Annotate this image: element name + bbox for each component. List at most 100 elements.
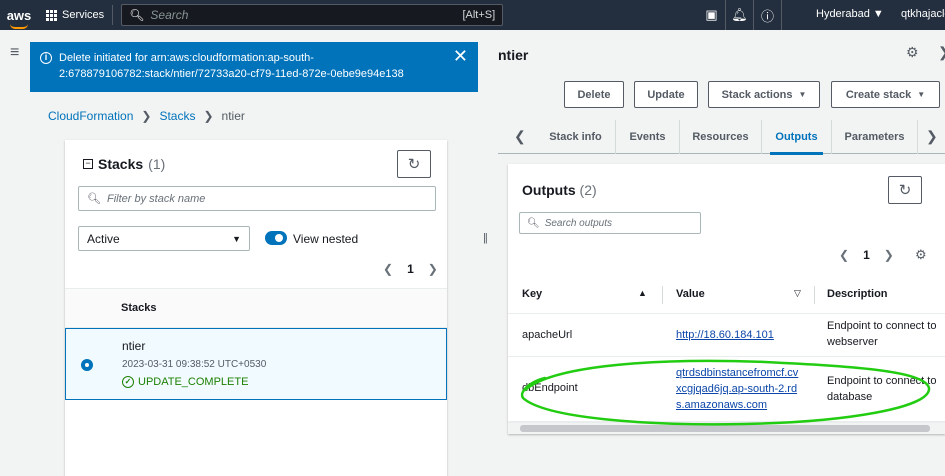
check-circle-icon: ✓ (122, 376, 134, 388)
stack-status-label: UPDATE_COMPLETE (138, 376, 249, 388)
refresh-outputs-button[interactable]: ↻ (888, 176, 922, 204)
stack-status: ✓ UPDATE_COMPLETE (122, 376, 248, 388)
account-menu[interactable]: qtkhajaclo (901, 8, 945, 20)
refresh-icon: ↻ (407, 156, 421, 173)
output-value-link[interactable]: http://18.60.184.101 (676, 327, 774, 343)
sort-descending-icon[interactable]: ▽ (794, 288, 801, 299)
outputs-table-header: Key ▲ Value ▽ Description (508, 276, 945, 314)
breadcrumb-current: ntier (221, 109, 245, 123)
top-navigation-bar: aws Services 🔍︎ Search [Alt+S] (0, 0, 945, 30)
next-page-icon[interactable]: ❯ (884, 248, 894, 262)
next-page-icon[interactable]: ❯ (428, 262, 438, 276)
create-stack-button[interactable]: Create stack ▼ (831, 81, 940, 108)
search-icon: 🔍︎ (129, 8, 145, 22)
status-filter-select[interactable]: Active ▼ (78, 226, 250, 251)
tab-stack-info[interactable]: Stack info (536, 120, 616, 154)
help-icon[interactable]: ⓘ (754, 0, 782, 30)
tab-resources[interactable]: Resources (680, 120, 762, 154)
delete-button[interactable]: Delete (564, 81, 624, 108)
search-icon: 🔍︎ (87, 193, 101, 205)
global-search-placeholder: Search (150, 8, 189, 22)
tab-events[interactable]: Events (616, 120, 680, 154)
prev-page-icon[interactable]: ❮ (839, 248, 849, 262)
column-header-description[interactable]: Description (827, 288, 888, 300)
output-key: dbEndpoint (522, 382, 578, 394)
stacks-count: (1) (148, 156, 166, 172)
side-nav-menu-icon[interactable]: ≡ (10, 44, 19, 62)
search-icon: 🔍︎ (527, 217, 540, 229)
view-nested-label: View nested (293, 232, 359, 246)
table-preferences-gear-icon[interactable]: ⚙ (915, 247, 927, 263)
output-description: Endpoint to connect to database (827, 375, 937, 403)
stack-actions-label: Stack actions (721, 88, 793, 101)
search-shortcut: [Alt+S] (462, 9, 496, 21)
tabs-scroll-left-icon[interactable]: ❮ (514, 128, 526, 145)
prev-page-icon[interactable]: ❮ (383, 262, 393, 276)
update-button[interactable]: Update (634, 81, 698, 108)
breadcrumb-stacks[interactable]: Stacks (159, 109, 195, 123)
flash-message: Delete initiated for arn:aws:cloudformat… (59, 52, 404, 80)
tab-parameters[interactable]: Parameters (832, 120, 918, 154)
refresh-stacks-button[interactable]: ↻ (397, 150, 431, 178)
stack-actions-button[interactable]: Stack actions ▼ (708, 81, 820, 108)
stack-detail-tabs: ❮ Stack info Events Resources Outputs Pa… (498, 120, 945, 155)
outputs-pagination: ❮ 1 ❯ (839, 248, 894, 262)
info-icon: i (40, 52, 52, 64)
chevron-right-icon: ❯ (141, 109, 152, 123)
services-button[interactable]: Services (38, 5, 114, 25)
cloudshell-icon[interactable]: ▣ (698, 0, 726, 30)
collapse-icon[interactable]: − (83, 159, 93, 169)
current-page[interactable]: 1 (407, 262, 414, 276)
breadcrumb-cloudformation[interactable]: CloudFormation (48, 109, 133, 123)
notifications-bell-icon[interactable]: 🔔︎ (726, 0, 754, 30)
current-page[interactable]: 1 (863, 248, 870, 262)
stack-created-time: 2023-03-31 09:38:52 UTC+0530 (122, 359, 267, 370)
tabs-scroll-right-icon[interactable]: ❯ (926, 128, 938, 145)
scrollbar-thumb[interactable] (520, 425, 930, 432)
sort-ascending-icon[interactable]: ▲ (638, 288, 647, 298)
outputs-search-placeholder: Search outputs (544, 217, 612, 229)
aws-logo[interactable]: aws (0, 8, 38, 29)
outputs-count: (2) (579, 182, 597, 198)
delete-button-label: Delete (577, 88, 611, 101)
outputs-search-input[interactable]: 🔍︎ Search outputs (519, 212, 701, 234)
table-row: dbEndpoint qtrdsdbinstancefromcf.cvxcgjq… (508, 357, 945, 422)
column-header-value[interactable]: Value (676, 288, 705, 300)
column-divider (662, 286, 663, 304)
chevron-right-icon[interactable]: ❯ (938, 44, 945, 61)
horizontal-scrollbar[interactable] (508, 422, 945, 434)
table-row[interactable]: ntier 2023-03-31 09:38:52 UTC+0530 ✓ UPD… (65, 328, 447, 400)
filter-placeholder: Filter by stack name (106, 192, 206, 205)
outputs-title: Outputs (522, 182, 576, 198)
top-icon-group: ▣ 🔔︎ ⓘ (698, 0, 782, 30)
stack-detail-panel: ntier ⚙ ❯ Delete Update Stack actions ▼ … (498, 42, 945, 434)
caret-down-icon: ▼ (798, 90, 807, 99)
stack-name[interactable]: ntier (122, 339, 145, 353)
column-divider (814, 286, 815, 304)
row-select-radio[interactable] (81, 359, 93, 371)
output-key: apacheUrl (522, 329, 573, 341)
stack-detail-title: ntier (498, 47, 529, 63)
stacks-heading: − Stacks (1) (83, 156, 165, 172)
stack-filter-input[interactable]: 🔍︎ Filter by stack name (78, 186, 436, 211)
status-filter-value: Active (87, 231, 120, 246)
output-value-link[interactable]: qtrdsdbinstancefromcf.cvxcgjqad6jq.ap-so… (676, 365, 800, 413)
outputs-card: Outputs (2) ↻ 🔍︎ Search outputs ❮ 1 ❯ ⚙ … (508, 164, 945, 434)
global-search-input[interactable]: 🔍︎ Search [Alt+S] (121, 4, 504, 26)
close-icon[interactable]: ✕ (453, 47, 468, 65)
region-selector[interactable]: Hyderabad ▼ (816, 8, 884, 20)
view-nested-toggle[interactable] (265, 231, 287, 245)
tab-outputs[interactable]: Outputs (762, 120, 832, 155)
panel-resize-handle[interactable]: || (483, 232, 488, 244)
update-button-label: Update (647, 88, 685, 101)
column-header-key[interactable]: Key (522, 288, 542, 300)
create-stack-label: Create stack (845, 88, 912, 101)
column-header-stacks: Stacks (121, 302, 157, 314)
grid-icon (46, 9, 57, 21)
table-row: apacheUrl http://18.60.184.101 Endpoint … (508, 314, 945, 357)
services-label: Services (62, 9, 105, 21)
stacks-list-panel: i Delete initiated for arn:aws:cloudform… (30, 42, 478, 476)
settings-gear-icon[interactable]: ⚙ (906, 44, 919, 61)
refresh-icon: ↻ (898, 182, 912, 199)
breadcrumb: CloudFormation ❯ Stacks ❯ ntier (48, 109, 245, 123)
